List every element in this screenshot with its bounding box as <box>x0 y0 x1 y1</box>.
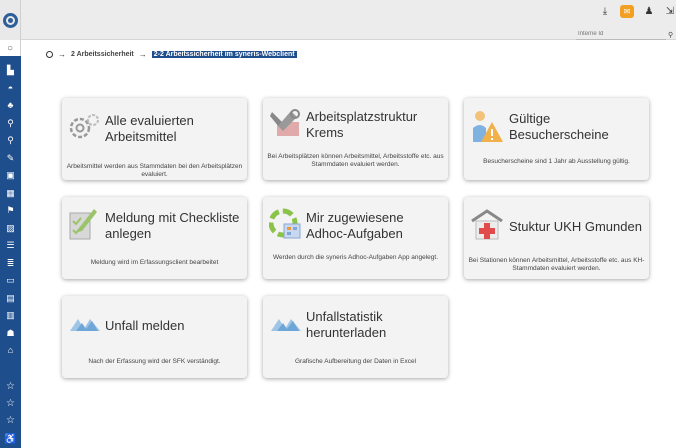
tile-title: Stuktur UKH Gmunden <box>509 219 642 234</box>
tile-description: Arbeitsmittel werden aus Stammdaten bei … <box>66 163 243 179</box>
sidebar-item-pencil-icon[interactable]: ✎ <box>0 150 21 168</box>
accident-icon <box>70 319 100 331</box>
checklist-icon <box>69 209 97 240</box>
tile-title: Gültige Besucherscheine <box>509 111 609 142</box>
breadcrumb-item[interactable]: 2 Arbeitssicherheit <box>71 51 134 58</box>
tile-checklist-report[interactable]: Meldung mit Checkliste anlegen Meldung w… <box>62 197 247 279</box>
tile-structure-ukh[interactable]: Stuktur UKH Gmunden Bei Stationen können… <box>464 197 649 279</box>
sidebar: ○ ▙ ◓ ♣ ⚲ ⚲ ✎ ▣ ▦ ⚑ ▨ ☰ ≣ ▭ ▤ ▥ ☗ ⌂ ☆ ☆ … <box>0 0 21 448</box>
tile-visitor-passes[interactable]: Gültige Besucherscheine Besucherscheine … <box>464 98 649 180</box>
tile-accident-statistics[interactable]: Unfallstatistik herunterladen Grafische … <box>263 296 448 378</box>
home-circle-icon[interactable]: ○ <box>0 40 21 56</box>
favorite-star-icon[interactable]: ☆ <box>0 378 21 395</box>
sidebar-item-home-icon[interactable]: ⌂ <box>0 342 21 360</box>
tile-description: Bei Stationen können Arbeitsmittel, Arbe… <box>468 257 645 273</box>
tile-title: Arbeitsplatzstruktur Krems <box>306 109 418 140</box>
tile-description: Werden durch die syneris Adhoc-Aufgaben … <box>272 254 439 261</box>
sidebar-item-list-alt-icon[interactable]: ≣ <box>0 255 21 273</box>
sidebar-item-keyboard-icon[interactable]: ▭ <box>0 272 21 290</box>
sidebar-item-edit2-icon[interactable]: ▨ <box>0 220 21 238</box>
gears-icon <box>69 114 99 139</box>
statistics-icon <box>271 319 301 331</box>
tile-adhoc-tasks[interactable]: Mir zugewiesene Adhoc-Aufgaben Werden du… <box>263 197 448 279</box>
app-root: ○ ▙ ◓ ♣ ⚲ ⚲ ✎ ▣ ▦ ⚑ ▨ ☰ ≣ ▭ ▤ ▥ ☗ ⌂ ☆ ☆ … <box>0 0 676 448</box>
logo-icon <box>2 12 18 28</box>
sidebar-item-table-icon[interactable]: ▦ <box>0 185 21 203</box>
search-icon[interactable]: ⚲ <box>668 31 673 39</box>
topbar: ⤓ ✉ ♟ ⇲ ⚲ <box>21 0 676 40</box>
logo[interactable] <box>0 0 21 40</box>
sidebar-item-industry-icon[interactable]: ▙ <box>0 62 21 80</box>
breadcrumb: → 2 Arbeitssicherheit → 2-2 Arbeitssiche… <box>46 50 297 59</box>
tile-workplace-structure[interactable]: Arbeitsplatzstruktur Krems Bei Arbeitspl… <box>263 98 448 180</box>
visitor-warning-icon <box>473 111 503 142</box>
sidebar-nav: ▙ ◓ ♣ ⚲ ⚲ ✎ ▣ ▦ ⚑ ▨ ☰ ≣ ▭ ▤ ▥ ☗ ⌂ <box>0 62 21 360</box>
tile-description: Grafische Aufbereitung der Daten in Exce… <box>294 358 417 365</box>
user-icon[interactable]: ♟ <box>643 6 655 17</box>
hospital-icon <box>471 209 503 240</box>
tile-title: Meldung mit Checkliste anlegen <box>105 210 240 241</box>
tile-description: Meldung wird im Erfassungsclient bearbei… <box>90 259 219 266</box>
tile-description: Besucherscheine sind 1 Jahr ab Ausstellu… <box>483 158 630 165</box>
notifications-icon[interactable]: ✉ <box>620 5 634 18</box>
tile-title: Alle evaluierten Arbeitsmittel <box>105 113 194 144</box>
sidebar-item-file-text-icon[interactable]: ▥ <box>0 307 21 325</box>
tile-report-accident[interactable]: Unfall melden Nach der Erfassung wird de… <box>62 296 247 378</box>
sidebar-item-sitemap-icon[interactable]: ♣ <box>0 97 21 115</box>
topbar-icons: ⤓ ✉ ♟ ⇲ <box>599 5 676 18</box>
sidebar-item-search-plus-icon[interactable]: ⚲ <box>0 132 21 150</box>
sidebar-item-search-icon[interactable]: ⚲ <box>0 115 21 133</box>
adhoc-tasks-icon <box>269 208 301 239</box>
breadcrumb-home-icon[interactable] <box>46 51 53 58</box>
tile-title: Unfallstatistik herunterladen <box>306 309 387 340</box>
accessibility-icon[interactable]: ♿ <box>0 430 21 448</box>
tile-description: Bei Arbeitsplätzen können Arbeitsmittel,… <box>267 153 444 169</box>
sidebar-item-car-icon[interactable]: ◓ <box>0 80 21 98</box>
search-input[interactable] <box>576 29 666 40</box>
tile-description: Nach der Erfassung wird der SFK verständ… <box>88 358 221 365</box>
sidebar-favorites: ☆ ☆ ☆ <box>0 378 21 429</box>
sidebar-item-flag-icon[interactable]: ⚑ <box>0 202 21 220</box>
arrow-right-icon: → <box>138 50 147 59</box>
tile-title: Mir zugewiesene Adhoc-Aufgaben <box>306 210 404 241</box>
tile-evaluated-equipment[interactable]: Alle evaluierten Arbeitsmittel Arbeitsmi… <box>62 98 247 180</box>
arrow-right-icon: → <box>58 50 66 59</box>
logout-icon[interactable]: ⇲ <box>664 6 676 17</box>
tile-title: Unfall melden <box>105 318 185 333</box>
sidebar-item-list-icon[interactable]: ☰ <box>0 237 21 255</box>
favorite-star-icon[interactable]: ☆ <box>0 395 21 412</box>
sidebar-item-users-icon[interactable]: ☗ <box>0 325 21 343</box>
search-box: ⚲ <box>576 29 676 40</box>
download-icon[interactable]: ⤓ <box>599 6 611 17</box>
tools-icon <box>270 109 300 136</box>
sidebar-item-file-icon[interactable]: ▤ <box>0 290 21 308</box>
breadcrumb-current: 2-2 Arbeitssicherheit im syneris-Webclie… <box>151 51 297 58</box>
sidebar-item-edit-icon[interactable]: ▣ <box>0 167 21 185</box>
favorite-star-icon[interactable]: ☆ <box>0 412 21 429</box>
